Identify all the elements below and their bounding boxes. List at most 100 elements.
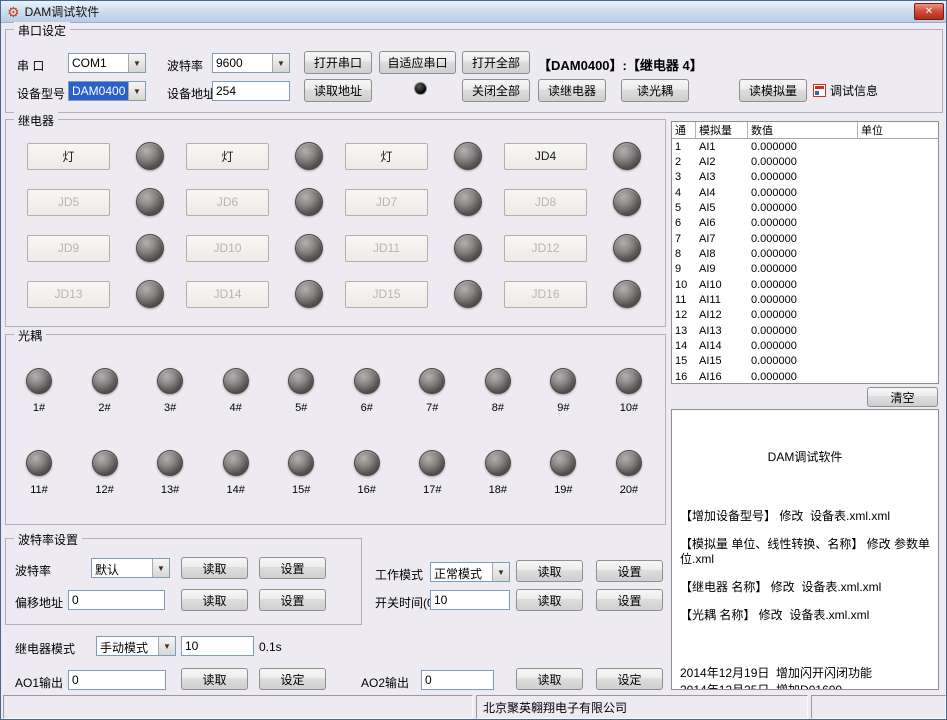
relay-state-knob[interactable] <box>295 280 323 308</box>
adaptive-serial-button[interactable]: 自适应串口 <box>379 51 456 74</box>
work-mode-select[interactable]: 正常模式 ▼ <box>430 562 510 582</box>
analog-table-cell: AI14 <box>699 340 722 353</box>
read-analog-button[interactable]: 读模拟量 <box>739 79 807 102</box>
chevron-down-icon[interactable]: ▼ <box>152 559 169 577</box>
offset-set-button[interactable]: 设置 <box>259 589 326 611</box>
switch-time-input[interactable] <box>430 590 510 610</box>
relay-button[interactable]: 灯 <box>186 142 269 170</box>
device-address-input[interactable] <box>212 81 290 101</box>
relay-button[interactable]: 灯 <box>27 142 110 170</box>
opto-channel: 2# <box>85 368 125 414</box>
relay-button[interactable]: JD13 <box>27 280 110 308</box>
chevron-down-icon[interactable]: ▼ <box>128 54 145 72</box>
baud-select[interactable]: 9600 ▼ <box>212 53 290 73</box>
port-select[interactable]: COM1 ▼ <box>68 53 146 73</box>
close-all-button[interactable]: 关闭全部 <box>462 79 530 102</box>
baud-default-select[interactable]: 默认 ▼ <box>91 558 170 578</box>
relay-button[interactable]: JD16 <box>504 280 587 308</box>
debug-note-line: 【继电器 名称】 修改 设备表.xml.xml <box>680 580 882 594</box>
analog-table-cell: 1 <box>675 140 682 153</box>
chevron-down-icon[interactable]: ▼ <box>272 54 289 72</box>
relay-button[interactable]: JD8 <box>504 188 587 216</box>
work-mode-read-button[interactable]: 读取 <box>516 560 583 582</box>
debug-log-panel[interactable]: DAM调试软件 【增加设备型号】 修改 设备表.xml.xml 【模拟量 单位、线… <box>671 409 939 690</box>
relay-state-knob[interactable] <box>613 188 641 216</box>
relay-button[interactable]: JD10 <box>186 234 269 262</box>
ao1-set-button[interactable]: 设定 <box>259 668 326 690</box>
offset-address-input[interactable] <box>68 590 165 610</box>
serial-group-title: 串口设定 <box>14 22 71 39</box>
relay-state-knob[interactable] <box>136 142 164 170</box>
relay-state-knob[interactable] <box>454 142 482 170</box>
offset-read-button[interactable]: 读取 <box>181 589 248 611</box>
chevron-down-icon[interactable]: ▼ <box>158 637 175 655</box>
chevron-down-icon[interactable]: ▼ <box>128 82 145 100</box>
relay-state-knob[interactable] <box>613 280 641 308</box>
analog-table-cell: 0.000000 <box>751 202 797 215</box>
analog-table-cell: 9 <box>675 263 682 276</box>
ao1-output-input[interactable] <box>68 670 166 690</box>
opto-channel: 5# <box>281 368 321 414</box>
relay-state-knob[interactable] <box>454 234 482 262</box>
relay-cell: 灯 <box>21 142 180 170</box>
relay-mode-select[interactable]: 手动模式 ▼ <box>96 636 176 656</box>
relay-state-knob[interactable] <box>295 188 323 216</box>
relay-cell: JD5 <box>21 188 180 216</box>
switch-time-set-button[interactable]: 设置 <box>596 589 663 611</box>
relay-button[interactable]: JD15 <box>345 280 428 308</box>
relay-state-knob[interactable] <box>136 234 164 262</box>
relay-button[interactable]: JD5 <box>27 188 110 216</box>
relay-cell: JD4 <box>498 142 657 170</box>
relay-state-knob[interactable] <box>613 234 641 262</box>
opto-channel-label: 14# <box>226 484 245 496</box>
relay-state-knob[interactable] <box>295 234 323 262</box>
relay-button[interactable]: JD9 <box>27 234 110 262</box>
analog-table-row: 15 AI15 0.000000 <box>672 354 938 369</box>
opto-indicator-knob <box>288 368 315 394</box>
status-led <box>414 82 427 95</box>
relay-state-knob[interactable] <box>454 188 482 216</box>
read-relay-button[interactable]: 读继电器 <box>538 79 606 102</box>
relay-state-knob[interactable] <box>136 280 164 308</box>
switch-time-read-button[interactable]: 读取 <box>516 589 583 611</box>
relay-button[interactable]: JD6 <box>186 188 269 216</box>
opto-indicator-knob <box>484 450 511 476</box>
analog-table-row: 5 AI5 0.000000 <box>672 200 938 215</box>
ao2-set-button[interactable]: 设定 <box>596 668 663 690</box>
relay-group-title: 继电器 <box>14 112 59 129</box>
open-serial-button[interactable]: 打开串口 <box>304 51 372 74</box>
opto-row-2: 11# 12# 13# 14# 15# 16# 17# 18# 19# 20# <box>19 450 649 496</box>
ao2-output-input[interactable] <box>421 670 494 690</box>
relay-button[interactable]: JD11 <box>345 234 428 262</box>
analog-table-cell: AI16 <box>699 370 722 383</box>
relay-state-knob[interactable] <box>613 142 641 170</box>
baud-read-button[interactable]: 读取 <box>181 557 248 579</box>
relay-cell: 灯 <box>339 142 498 170</box>
work-mode-set-button[interactable]: 设置 <box>596 560 663 582</box>
analog-table-cell: 0.000000 <box>751 340 797 353</box>
chevron-down-icon[interactable]: ▼ <box>492 563 509 581</box>
opto-channel-label: 12# <box>95 484 114 496</box>
relay-button[interactable]: 灯 <box>345 142 428 170</box>
relay-state-knob[interactable] <box>136 188 164 216</box>
clear-button[interactable]: 清空 <box>867 387 938 407</box>
read-opto-button[interactable]: 读光耦 <box>621 79 689 102</box>
ao1-read-button[interactable]: 读取 <box>181 668 248 690</box>
relay-button[interactable]: JD14 <box>186 280 269 308</box>
relay-button[interactable]: JD7 <box>345 188 428 216</box>
relay-button[interactable]: JD12 <box>504 234 587 262</box>
relay-time-input[interactable] <box>181 636 254 656</box>
opto-channel: 16# <box>347 450 387 496</box>
baud-set-button[interactable]: 设置 <box>259 557 326 579</box>
relay-state-knob[interactable] <box>295 142 323 170</box>
relay-button[interactable]: JD4 <box>504 142 587 170</box>
relay-state-knob[interactable] <box>454 280 482 308</box>
company-name: 北京聚英翱翔电子有限公司 <box>476 695 808 719</box>
ao2-read-button[interactable]: 读取 <box>516 668 583 690</box>
close-button[interactable]: ✕ <box>914 3 944 20</box>
read-address-button[interactable]: 读取地址 <box>304 79 372 102</box>
model-select[interactable]: DAM0400 ▼ <box>68 81 146 101</box>
analog-table-cell: 0.000000 <box>751 171 797 184</box>
analog-table-cell: 0.000000 <box>751 263 797 276</box>
open-all-button[interactable]: 打开全部 <box>462 51 530 74</box>
